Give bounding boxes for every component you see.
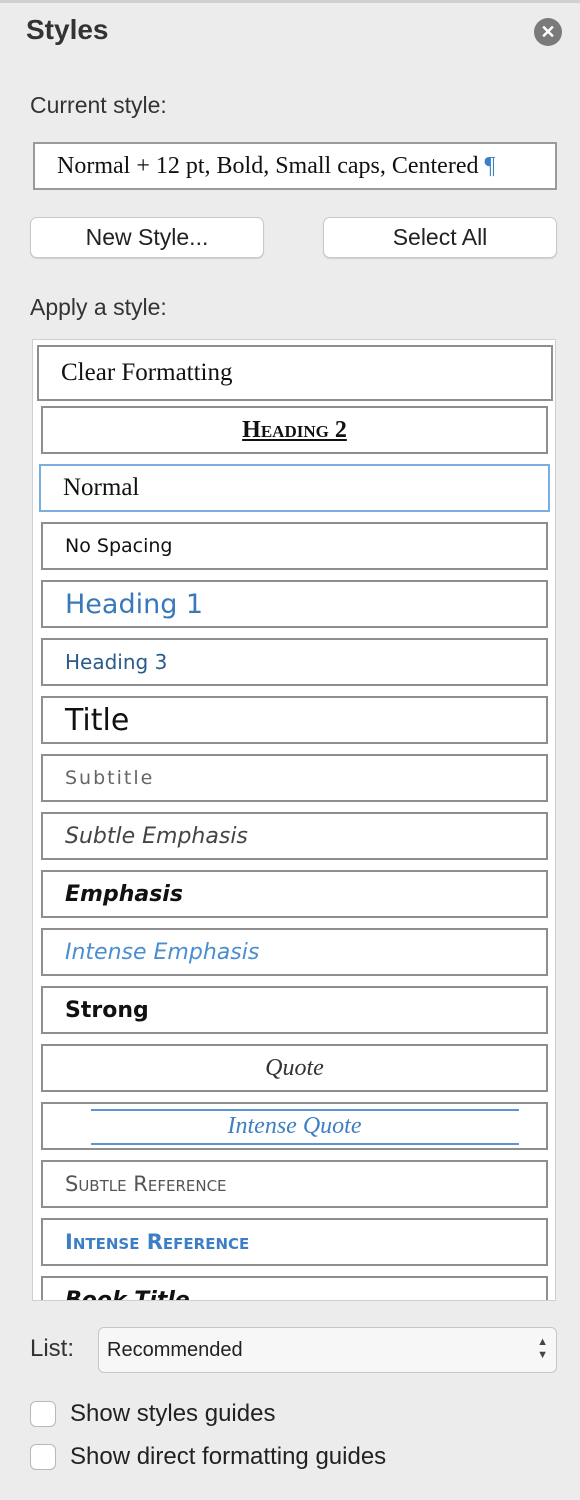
style-item-heading-2[interactable]: Heading 2 (41, 406, 548, 454)
style-item-subtitle[interactable]: Subtitle (41, 754, 548, 802)
style-item-intense-reference[interactable]: Intense Reference (41, 1218, 548, 1266)
intense-quote-label: Intense Quote (227, 1112, 362, 1139)
style-item-intense-emphasis[interactable]: Intense Emphasis (41, 928, 548, 976)
current-style-label: Current style: (30, 92, 167, 118)
list-label: List: (30, 1335, 75, 1362)
style-item-subtle-emphasis[interactable]: Subtle Emphasis (41, 812, 548, 860)
show-direct-formatting-guides-checkbox[interactable] (30, 1444, 56, 1470)
style-list[interactable]: Clear Formatting Heading 2 Normal No Spa… (32, 339, 556, 1301)
show-direct-formatting-guides-option[interactable]: Show direct formatting guides (30, 1443, 386, 1471)
style-item-subtle-reference[interactable]: Subtle Reference (41, 1160, 548, 1208)
style-item-emphasis[interactable]: Emphasis (41, 870, 548, 918)
style-item-heading-1[interactable]: Heading 1 (41, 580, 548, 628)
show-direct-formatting-guides-label: Show direct formatting guides (70, 1443, 387, 1470)
list-select-value: Recommended (107, 1338, 243, 1361)
current-style-value: Normal + 12 pt, Bold, Small caps, Center… (57, 152, 479, 179)
style-item-quote[interactable]: Quote (41, 1044, 548, 1092)
show-styles-guides-label: Show styles guides (70, 1400, 276, 1427)
intense-quote-top-rule (91, 1109, 519, 1111)
show-styles-guides-option[interactable]: Show styles guides (30, 1400, 275, 1428)
style-item-intense-quote[interactable]: Intense Quote (41, 1102, 548, 1150)
style-item-book-title[interactable]: Book Title (41, 1276, 548, 1300)
show-styles-guides-checkbox[interactable] (30, 1401, 56, 1427)
style-item-no-spacing[interactable]: No Spacing (41, 522, 548, 570)
style-item-normal[interactable]: Normal (39, 464, 550, 512)
close-icon[interactable]: ✕ (534, 18, 562, 46)
style-item-clear-formatting[interactable]: Clear Formatting (37, 345, 553, 401)
panel-title: Styles (26, 14, 109, 45)
pilcrow-icon: ¶ (484, 152, 496, 179)
updown-arrows-icon: ▲ ▼ (537, 1336, 548, 1361)
list-select[interactable]: Recommended ▲ ▼ (98, 1327, 557, 1373)
panel-top-border (0, 0, 580, 3)
apply-style-label: Apply a style: (30, 294, 167, 320)
style-item-strong[interactable]: Strong (41, 986, 548, 1034)
new-style-button[interactable]: New Style... (30, 217, 264, 258)
intense-quote-bottom-rule (91, 1143, 519, 1145)
style-item-heading-3[interactable]: Heading 3 (41, 638, 548, 686)
select-all-button[interactable]: Select All (323, 217, 557, 258)
current-style-field: Normal + 12 pt, Bold, Small caps, Center… (33, 142, 557, 190)
style-item-title[interactable]: Title (41, 696, 548, 744)
